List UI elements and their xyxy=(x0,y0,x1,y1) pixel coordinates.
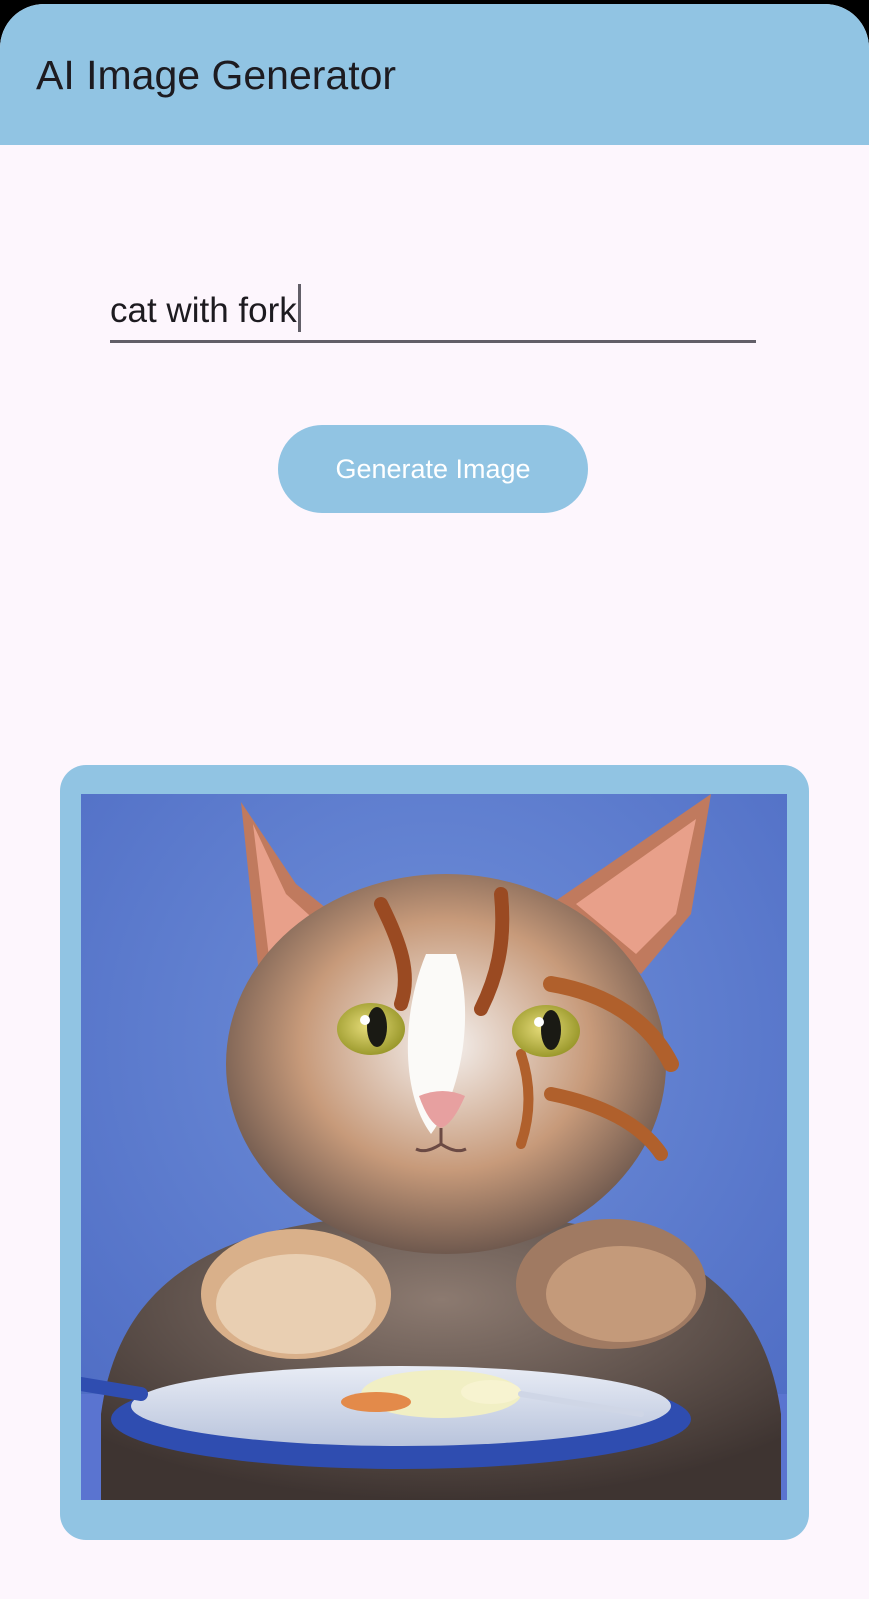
prompt-input[interactable]: cat with fork xyxy=(110,262,756,343)
app-screen: AI Image Generator cat with fork Generat… xyxy=(0,4,869,1599)
generate-image-button[interactable]: Generate Image xyxy=(278,425,588,513)
cat-with-plate-illustration xyxy=(81,794,787,1500)
app-title: AI Image Generator xyxy=(36,52,397,98)
prompt-text: cat with fork xyxy=(110,291,297,330)
text-cursor xyxy=(297,284,301,332)
generated-image-card xyxy=(60,765,809,1540)
generated-image xyxy=(81,794,787,1500)
prompt-input-value: cat with fork xyxy=(110,284,301,332)
top-app-bar: AI Image Generator xyxy=(0,4,869,145)
